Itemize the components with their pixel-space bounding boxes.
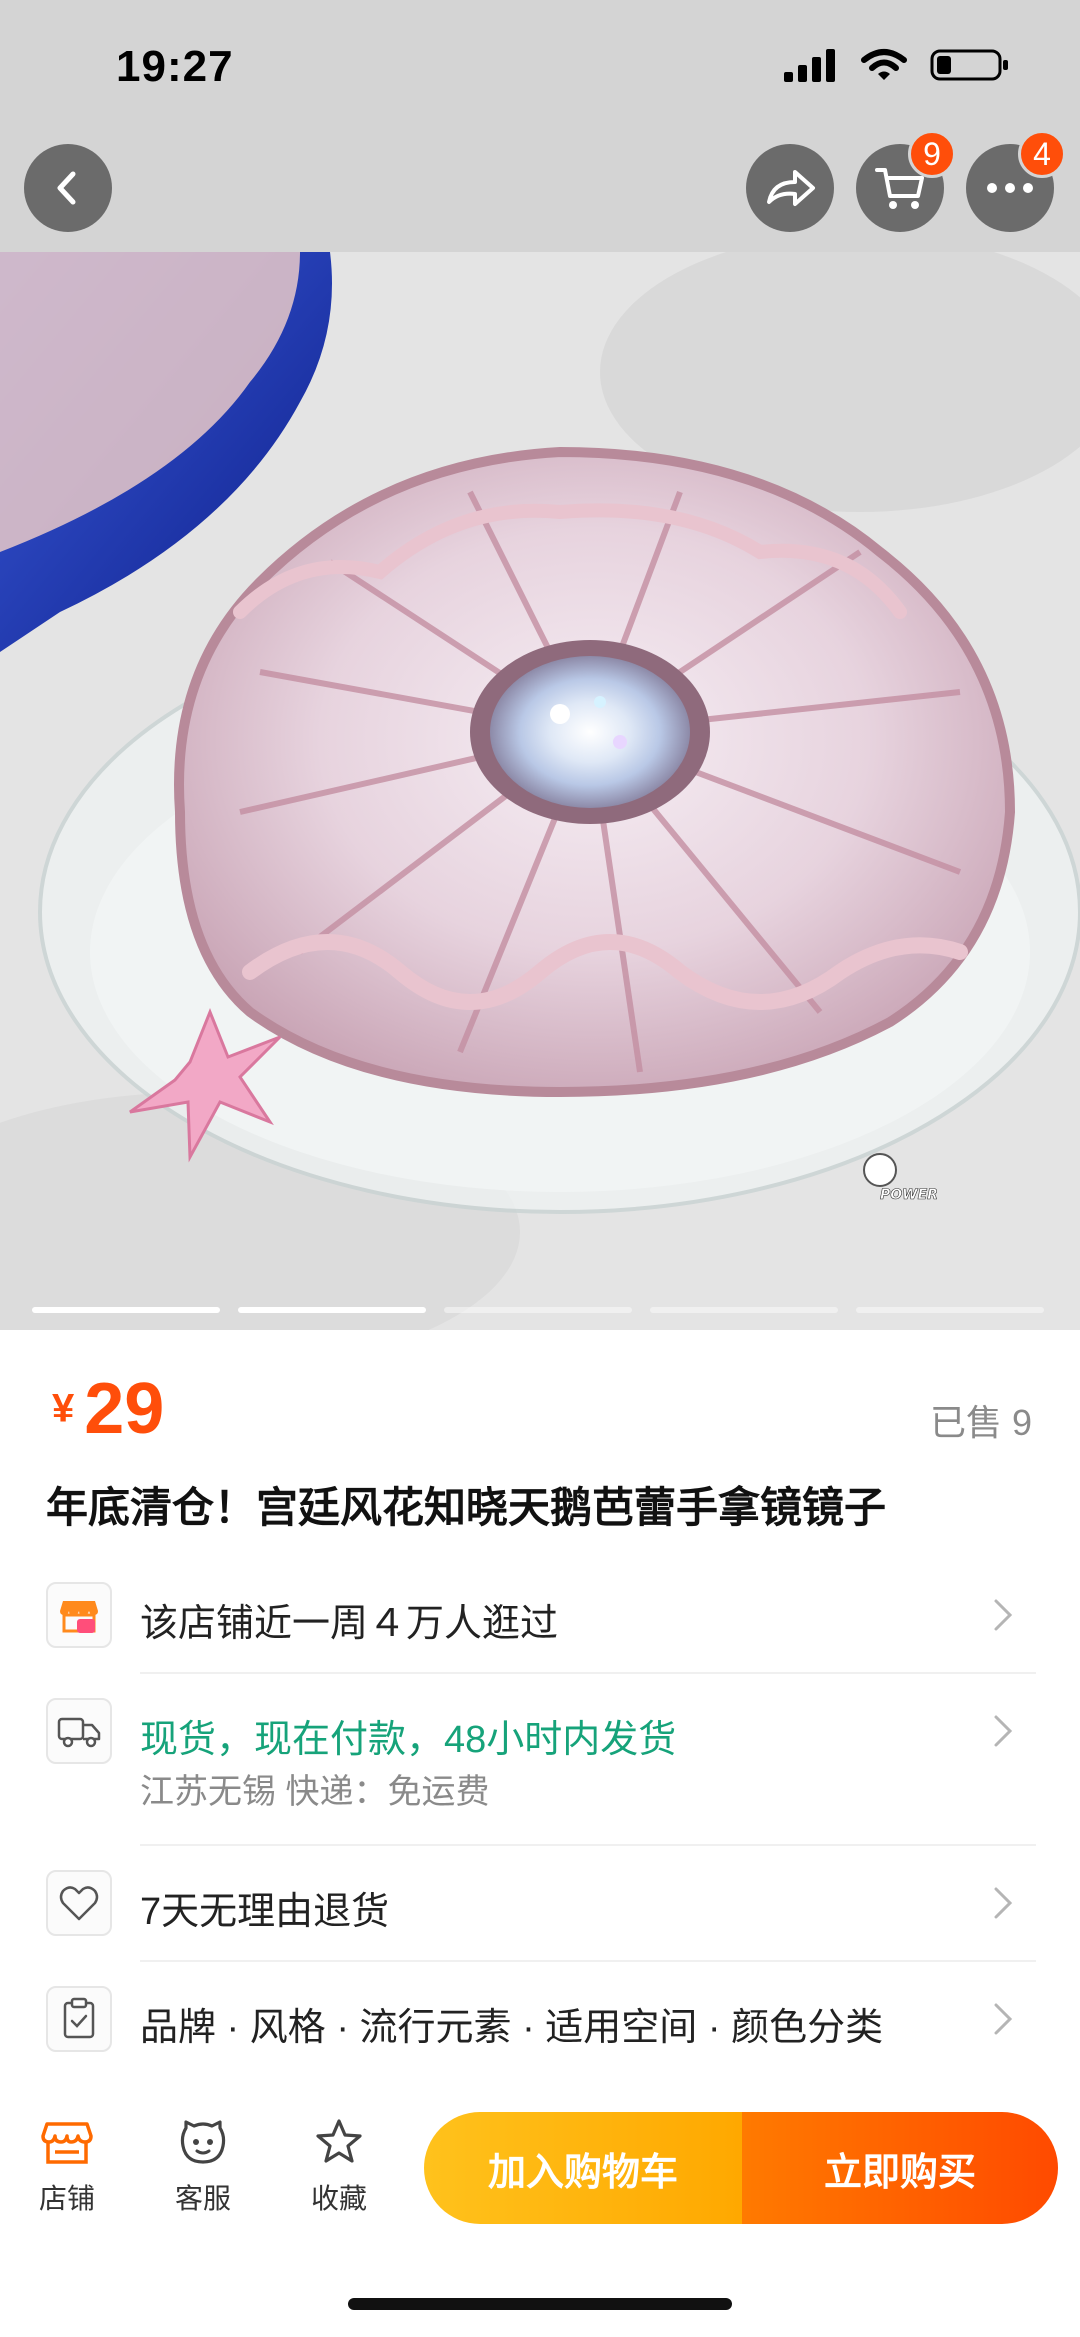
- battery-icon: [930, 49, 1008, 81]
- tab-service-label: 客服: [174, 2183, 231, 2214]
- currency-symbol: ¥: [52, 1386, 75, 1431]
- specs-row[interactable]: 品牌 · 风格 · 流行元素 · 适用空间 · 颜色分类: [46, 1984, 1036, 2054]
- shipping-row[interactable]: 现货，现在付款，48小时内发货 江苏无锡 快递：免运费: [46, 1696, 1036, 1816]
- star-icon: [316, 2119, 362, 2163]
- clipboard-icon: [63, 1997, 95, 2039]
- wifi-icon: [861, 49, 907, 80]
- chevron-right-icon: [994, 1599, 1013, 1631]
- returns-row[interactable]: 7天无理由退货: [46, 1868, 1036, 1938]
- buy-now-button[interactable]: 立即购买: [742, 2112, 1058, 2224]
- clipboard-icon-box: [46, 1986, 112, 2052]
- store-icon: [60, 1601, 98, 1633]
- more-icon: [987, 183, 1033, 193]
- share-icon: [767, 170, 815, 206]
- returns-text: 7天无理由退货: [140, 1891, 390, 1933]
- specs-text: 品牌 · 风格 · 流行元素 · 适用空间 · 颜色分类: [140, 2007, 884, 2049]
- truck-icon-box: [46, 1698, 112, 1764]
- status-icons: [782, 48, 1010, 82]
- divider: [140, 1960, 1036, 1962]
- chevron-left-icon: [57, 171, 76, 205]
- watermark-text: POWER: [880, 1187, 938, 1203]
- product-title: 年底清仓！宫廷风花知晓天鹅芭蕾手拿镜镜子: [46, 1484, 887, 1531]
- add-to-cart-button[interactable]: 加入购物车: [424, 2112, 742, 2224]
- home-indicator[interactable]: [348, 2298, 732, 2310]
- carousel-dot: [856, 1307, 1044, 1313]
- signal-icon: [784, 49, 835, 82]
- tab-store[interactable]: 店铺: [12, 2118, 122, 2217]
- store-icon: [41, 2122, 93, 2164]
- cart-button[interactable]: 9: [856, 130, 956, 232]
- top-nav: 9 4: [0, 130, 1080, 252]
- product-image-carousel[interactable]: POWER: [0, 252, 1080, 1330]
- tag-heart-icon: [59, 1886, 99, 1921]
- shipping-origin-text: 江苏无锡 快递：免运费: [140, 1773, 490, 1811]
- tab-service[interactable]: 客服: [148, 2118, 258, 2217]
- price-value: 29: [84, 1369, 165, 1449]
- truck-icon: [57, 1717, 101, 1748]
- chevron-right-icon: [994, 1715, 1013, 1747]
- shipping-status-text: 现货，现在付款，48小时内发货: [140, 1719, 677, 1761]
- back-button[interactable]: [24, 144, 112, 232]
- more-button[interactable]: 4: [966, 130, 1066, 232]
- share-button[interactable]: [746, 144, 834, 232]
- product-photo: POWER: [0, 252, 1080, 1330]
- more-badge: 4: [1018, 130, 1066, 178]
- store-visits-text: 该店铺近一周４万人逛过: [140, 1603, 559, 1645]
- carousel-dot: [32, 1307, 220, 1313]
- sold-count: 已售 9: [929, 1402, 1032, 1443]
- divider: [140, 1672, 1036, 1674]
- tag-icon-box: [46, 1870, 112, 1936]
- carousel-dot: [444, 1307, 632, 1313]
- divider: [140, 1844, 1036, 1846]
- status-time: 19:27: [116, 42, 234, 91]
- store-visits-row[interactable]: 该店铺近一周４万人逛过: [46, 1580, 1036, 1650]
- chevron-right-icon: [994, 2003, 1013, 2035]
- status-bar: 19:27: [0, 0, 1080, 140]
- carousel-dot: [238, 1307, 426, 1313]
- price: ¥29: [52, 1368, 164, 1450]
- carousel-dot: [650, 1307, 838, 1313]
- store-icon-box: [46, 1582, 112, 1648]
- tab-favorite-label: 收藏: [310, 2183, 367, 2214]
- carousel-indicator: [32, 1307, 1044, 1313]
- tab-favorite[interactable]: 收藏: [284, 2118, 394, 2217]
- chevron-right-icon: [994, 1887, 1013, 1919]
- service-icon: [180, 2120, 226, 2164]
- cart-badge: 9: [908, 130, 956, 178]
- tab-store-label: 店铺: [38, 2183, 95, 2214]
